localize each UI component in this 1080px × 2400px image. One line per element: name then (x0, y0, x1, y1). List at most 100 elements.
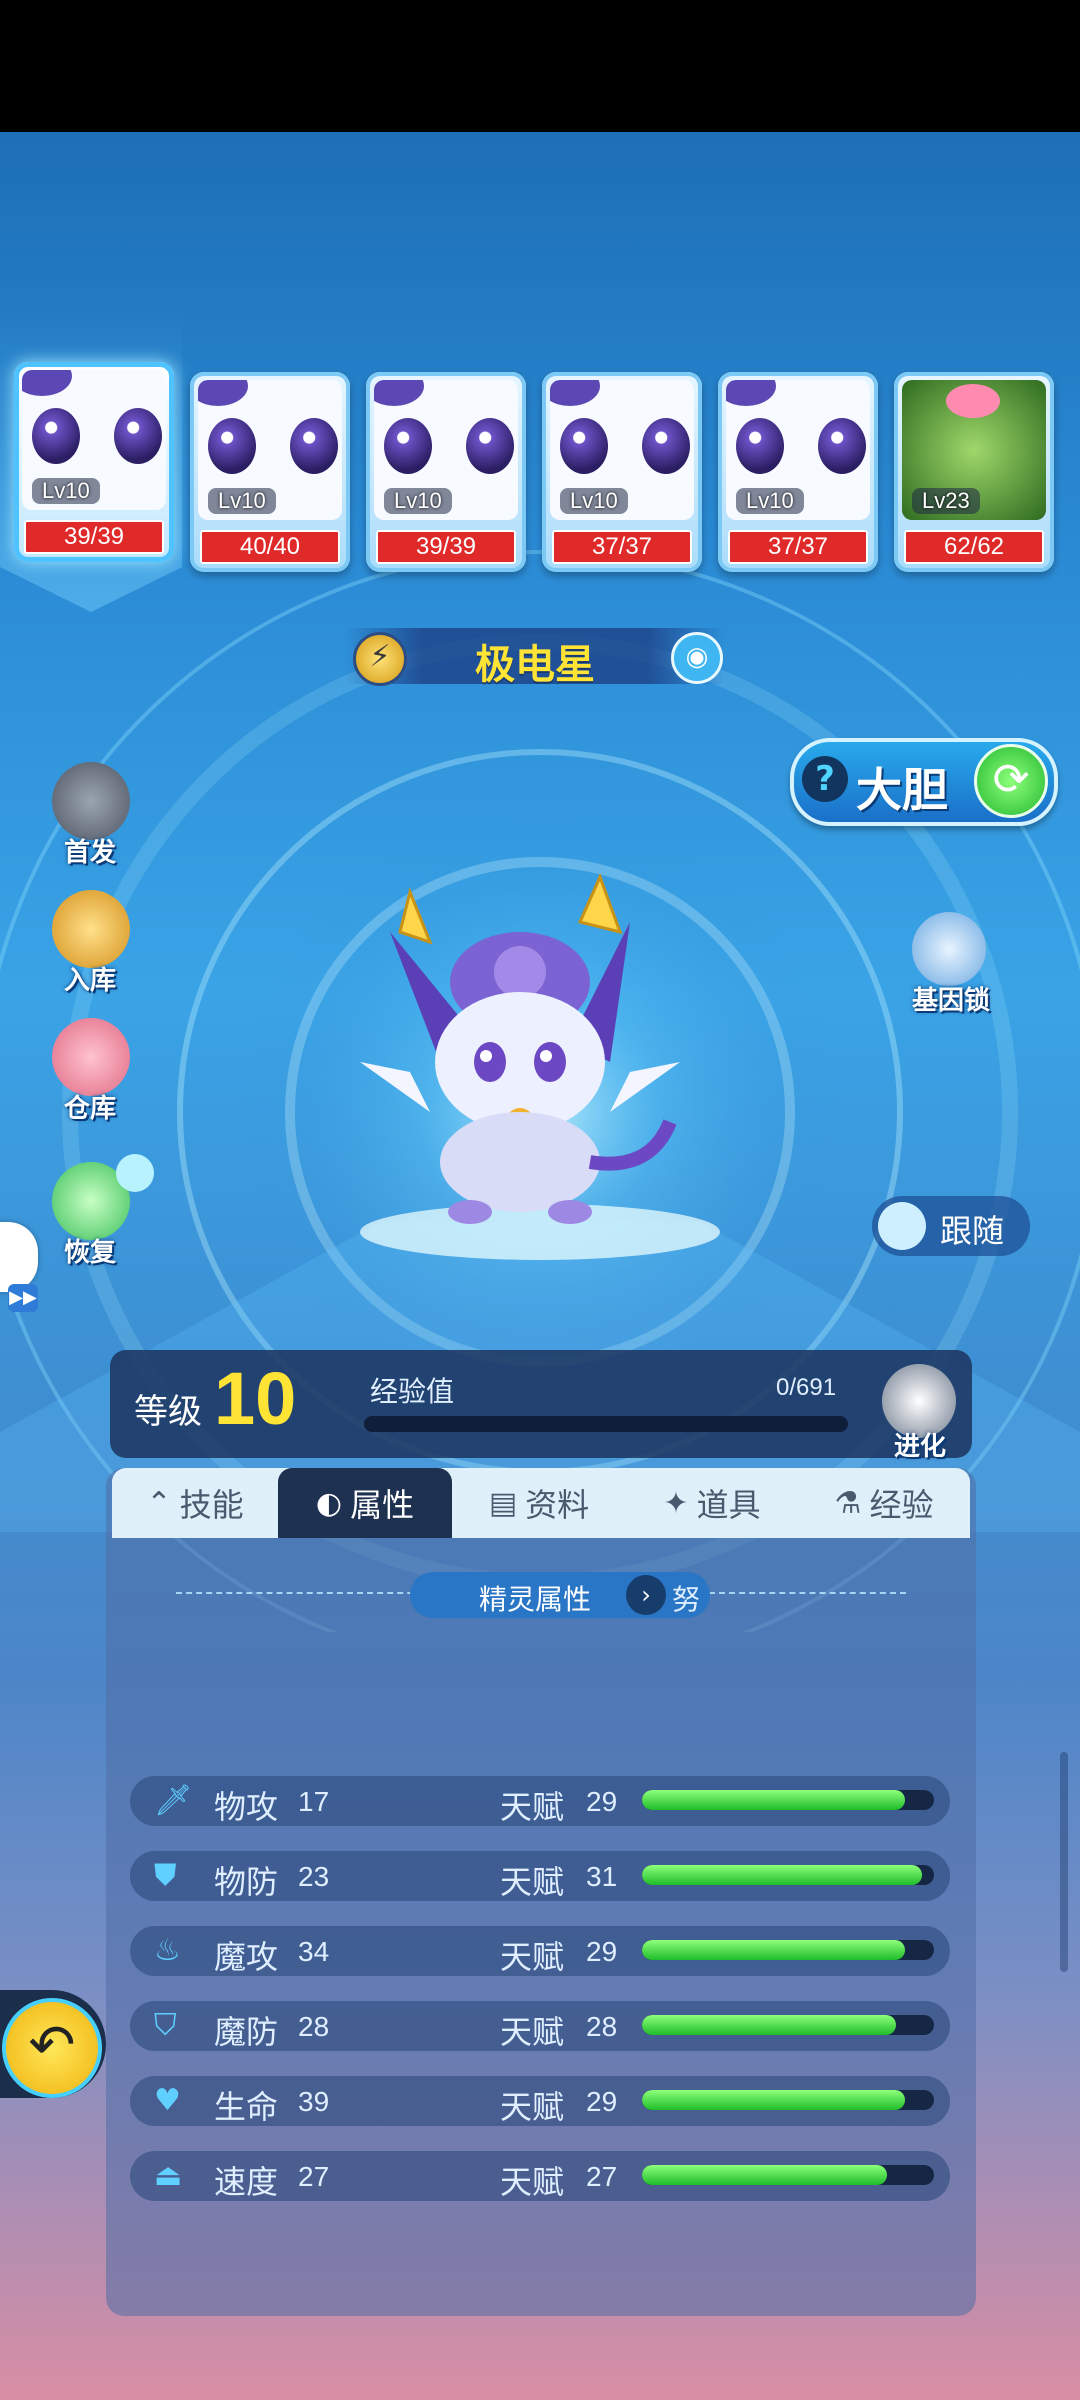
item-icon: ✦ (663, 1485, 689, 1521)
warehouse-button[interactable]: 仓库 (40, 1018, 140, 1128)
flower-icon (946, 384, 1000, 418)
scrollbar[interactable] (1060, 1752, 1068, 1972)
pet-eye-icon (466, 418, 514, 474)
team-slot[interactable]: Lv10 39/39 (366, 372, 526, 572)
help-icon[interactable]: ? (802, 756, 848, 802)
stat-name: 速度 (214, 2163, 279, 2201)
talent-bar-fill (642, 2165, 888, 2185)
talent-label: 天赋 (500, 1938, 565, 1976)
attr-header-title: 精灵属性 (478, 1583, 591, 1616)
stat-row: ♨ 魔攻 34 天赋 29 (130, 1926, 950, 1976)
tab-label: 技能 (179, 1486, 244, 1524)
warehouse-icon (52, 1018, 130, 1096)
stat-name: 物攻 (214, 1788, 279, 1826)
toggle-knob[interactable] (878, 1202, 926, 1250)
talent-bar-fill (642, 1865, 923, 1885)
store-icon (52, 890, 130, 968)
evolve-button[interactable]: 进化 (872, 1364, 968, 1462)
back-arrow-icon[interactable]: ↶ (2, 1998, 102, 2098)
pet-portrait: Lv10 (726, 380, 870, 520)
talent-value: 29 (586, 2086, 618, 2117)
pet-eye-icon (736, 418, 784, 474)
team-slot[interactable]: Lv23 62/62 (894, 372, 1054, 572)
pet-level: Lv10 (736, 488, 804, 514)
pet-name: 极电星 (475, 642, 595, 688)
talent-label: 天赋 (500, 2013, 565, 2051)
pet-ear-icon (374, 380, 424, 406)
clipboard-icon: ▤ (488, 1485, 518, 1521)
follow-label: 跟随 (940, 1212, 1005, 1250)
talent-bar (642, 1790, 934, 1810)
arrow-right-icon[interactable]: › (626, 1575, 666, 1615)
team-slot[interactable]: Lv10 39/39 (14, 362, 174, 562)
pet-sprite (360, 872, 680, 1224)
gene-lock-button[interactable]: 基因锁 (896, 912, 1006, 1022)
top-black-bar (0, 0, 1080, 132)
pet-portrait: Lv10 (22, 370, 166, 510)
stat-value: 23 (298, 1861, 330, 1892)
hp-bar: 39/39 (376, 530, 516, 564)
nature-badge[interactable]: ? 大胆 ⟳ (790, 738, 1058, 826)
pet-eye-icon (384, 418, 432, 474)
level-panel: 等级 10 经验值 0/691 (110, 1350, 972, 1458)
refresh-icon[interactable]: ⟳ (974, 744, 1048, 818)
talent-label: 天赋 (500, 1788, 565, 1826)
follow-toggle[interactable]: 跟随 (872, 1196, 1030, 1256)
talent-bar-fill (642, 2090, 905, 2110)
talent-value: 31 (586, 1861, 618, 1892)
hp-bar: 40/40 (200, 530, 340, 564)
stat-row: ♥ 生命 39 天赋 29 (130, 2076, 950, 2126)
talent-bar-fill (642, 2015, 897, 2035)
stat-row: ⛉ 魔防 28 天赋 28 (130, 2001, 950, 2051)
tab-attribute[interactable]: ◐ 属性 (278, 1468, 452, 1538)
fast-forward-icon[interactable]: ▶▶ (8, 1284, 38, 1312)
pet-eye-icon (560, 418, 608, 474)
pet-name-bar: ⚡ 极电星 ◉ (345, 628, 725, 688)
pet-ear-icon (198, 380, 248, 406)
pet-ear-icon (22, 370, 72, 396)
hp-bar: 39/39 (24, 520, 164, 554)
attr-header-pill: 精灵属性 › 努 (410, 1572, 710, 1618)
pet-eye-icon (208, 418, 256, 474)
restore-notify-dot (116, 1154, 154, 1192)
attr-header-extra[interactable]: 努 (672, 1578, 700, 1618)
pet-ear-icon (726, 380, 776, 406)
back-button[interactable]: ↶ (0, 1990, 106, 2098)
talent-label: 天赋 (500, 2163, 565, 2201)
hp-bar: 37/37 (552, 530, 692, 564)
pet-portrait: Lv10 (374, 380, 518, 520)
warehouse-label: 仓库 (63, 1094, 116, 1124)
talent-bar (642, 1865, 934, 1885)
talent-value: 29 (586, 1936, 618, 1967)
talent-bar (642, 2165, 934, 2185)
talent-bar (642, 2015, 934, 2035)
team-slot[interactable]: Lv10 37/37 (718, 372, 878, 572)
tab-item[interactable]: ✦ 道具 (626, 1468, 798, 1538)
restore-label: 恢复 (63, 1238, 116, 1268)
tab-flask[interactable]: ⚗ 经验 (798, 1468, 970, 1538)
game-screen: Lv10 39/39 Lv10 40/40 Lv10 39/39 Lv10 37/37 Lv10… (0, 132, 1080, 2400)
tab-clipboard[interactable]: ▤ 资料 (452, 1468, 626, 1538)
tab-skill[interactable]: ⌃ 技能 (112, 1468, 278, 1538)
exp-bar (364, 1416, 848, 1432)
shield-icon: ⛊ (154, 1858, 177, 1893)
nature-label: 大胆 (856, 763, 948, 817)
evolve-label: 进化 (893, 1432, 946, 1462)
first-slot-button[interactable]: 首发 (40, 762, 140, 872)
stat-name: 魔攻 (214, 1938, 279, 1976)
pet-detail-button[interactable]: ◉ (671, 632, 723, 684)
stat-row: ⏏ 速度 27 天赋 27 (130, 2151, 950, 2201)
team-slot[interactable]: Lv10 37/37 (542, 372, 702, 572)
team-slot[interactable]: Lv10 40/40 (190, 372, 350, 572)
gene-lock-label: 基因锁 (911, 986, 990, 1016)
hp-bar: 62/62 (904, 530, 1044, 564)
pet-eye-icon (642, 418, 690, 474)
store-button[interactable]: 入库 (40, 890, 140, 1000)
pet-portrait: Lv23 (902, 380, 1046, 520)
stat-name: 物防 (214, 1863, 279, 1901)
boot-icon: ⏏ (154, 2158, 183, 2193)
skill-icon: ⌃ (146, 1485, 172, 1521)
talent-label: 天赋 (500, 1863, 565, 1901)
pet-level: Lv10 (208, 488, 276, 514)
pet-ear-icon (550, 380, 600, 406)
